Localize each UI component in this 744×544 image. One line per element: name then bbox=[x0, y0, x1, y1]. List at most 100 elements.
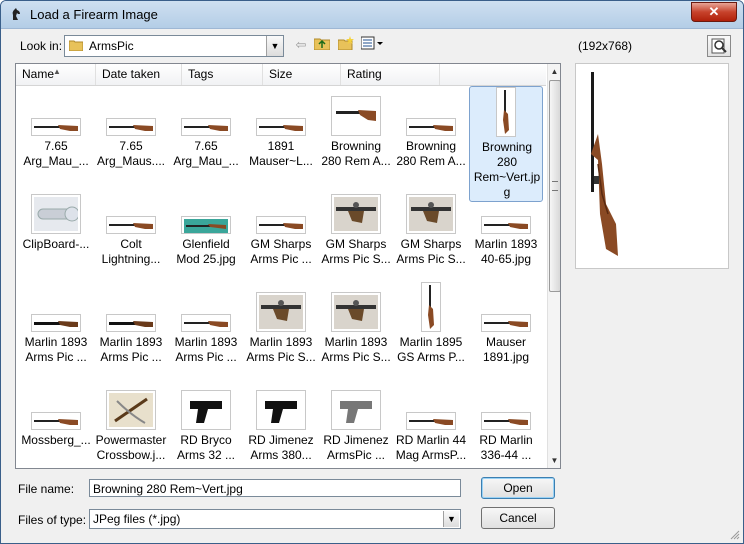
file-thumbnail bbox=[106, 390, 156, 430]
file-thumbnail bbox=[106, 314, 156, 332]
window-title: Load a Firearm Image bbox=[30, 7, 158, 22]
file-thumbnail bbox=[181, 216, 231, 234]
file-thumbnail bbox=[481, 412, 531, 430]
column-rating[interactable]: Rating bbox=[341, 64, 440, 85]
chevron-down-icon[interactable]: ▼ bbox=[443, 511, 459, 527]
file-list[interactable]: Name ▲ Date taken Tags Size Rating 7.65 … bbox=[15, 63, 561, 469]
title-bar[interactable]: Load a Firearm Image ✕ bbox=[1, 1, 743, 29]
file-name-caption: Marlin 1895 GS Arms P... bbox=[397, 335, 465, 364]
column-size-label: Size bbox=[269, 67, 293, 81]
file-item[interactable]: Browning 280 Rem A... bbox=[319, 86, 393, 178]
file-item[interactable]: RD Jimenez Arms 380... bbox=[244, 380, 318, 468]
file-item[interactable]: Browning 280 Rem A... bbox=[394, 86, 468, 178]
file-name-caption: RD Jimenez ArmsPic ... bbox=[323, 433, 389, 462]
file-thumbnail bbox=[181, 390, 231, 430]
file-thumbnail bbox=[421, 282, 441, 332]
preview-toggle-button[interactable] bbox=[707, 35, 731, 57]
file-name-caption: RD Marlin 44 Mag ArmsP... bbox=[395, 433, 467, 462]
column-name[interactable]: Name ▲ bbox=[16, 64, 96, 85]
file-name-caption: RD Bryco Arms 32 ... bbox=[176, 433, 235, 462]
file-thumbnail bbox=[181, 314, 231, 332]
new-folder-icon bbox=[337, 36, 354, 51]
up-folder-icon bbox=[313, 38, 331, 51]
scroll-up-icon[interactable]: ▲ bbox=[548, 64, 560, 79]
file-thumbnail bbox=[496, 87, 516, 137]
scrollbar-thumb[interactable] bbox=[549, 80, 560, 292]
file-item[interactable]: Mossberg_... bbox=[19, 380, 93, 468]
file-thumbnail bbox=[256, 390, 306, 430]
file-item[interactable]: Marlin 1893 40-65.jpg bbox=[469, 184, 543, 276]
file-thumbnail bbox=[331, 292, 381, 332]
file-name-caption: Glenfield Mod 25.jpg bbox=[176, 237, 236, 266]
file-item[interactable]: RD Jimenez ArmsPic ... bbox=[319, 380, 393, 468]
column-date-label: Date taken bbox=[102, 67, 161, 81]
file-item[interactable]: ClipBoard-... bbox=[19, 184, 93, 276]
file-item[interactable]: Glenfield Mod 25.jpg bbox=[169, 184, 243, 276]
back-arrow-icon[interactable]: ⇦ bbox=[291, 36, 311, 54]
file-thumbnail bbox=[256, 292, 306, 332]
file-name-caption: Marlin 1893 40-65.jpg bbox=[474, 237, 538, 266]
file-name-caption: 1891 Mauser~L... bbox=[249, 139, 313, 168]
file-item[interactable]: GM Sharps Arms Pic S... bbox=[319, 184, 393, 276]
file-thumbnail bbox=[256, 216, 306, 234]
column-date-taken[interactable]: Date taken bbox=[96, 64, 182, 85]
file-item[interactable]: RD Bryco Arms 32 ... bbox=[169, 380, 243, 468]
file-thumbnail bbox=[106, 216, 156, 234]
file-name-caption: ClipBoard-... bbox=[22, 237, 90, 251]
file-item[interactable]: Powermaster Crossbow.j... bbox=[94, 380, 168, 468]
file-thumbnail bbox=[181, 118, 231, 136]
file-name-caption: Powermaster Crossbow.j... bbox=[95, 433, 167, 462]
look-in-value: ArmsPic bbox=[89, 39, 134, 53]
file-item[interactable]: Colt Lightning... bbox=[94, 184, 168, 276]
file-item[interactable]: Marlin 1893 Arms Pic ... bbox=[94, 282, 168, 374]
vertical-scrollbar[interactable]: ▲ ▼ bbox=[547, 64, 560, 468]
scroll-down-icon[interactable]: ▼ bbox=[548, 453, 560, 468]
column-name-label: Name bbox=[22, 67, 55, 81]
file-item[interactable]: Marlin 1893 Arms Pic ... bbox=[19, 282, 93, 374]
column-rating-label: Rating bbox=[347, 67, 382, 81]
file-item[interactable]: 1891 Mauser~L... bbox=[244, 86, 318, 178]
column-tags-label: Tags bbox=[188, 67, 214, 81]
file-item[interactable]: Mauser 1891.jpg bbox=[469, 282, 543, 374]
file-thumbnail bbox=[406, 194, 456, 234]
open-button[interactable]: Open bbox=[481, 477, 555, 499]
up-folder-button[interactable] bbox=[312, 36, 332, 54]
file-item[interactable]: Marlin 1895 GS Arms P... bbox=[394, 282, 468, 374]
horse-head-icon bbox=[12, 8, 20, 20]
views-icon bbox=[360, 36, 383, 50]
resize-grip-icon[interactable] bbox=[730, 530, 740, 540]
look-in-dropdown[interactable]: ArmsPic ▼ bbox=[64, 35, 284, 57]
new-folder-button[interactable] bbox=[336, 36, 356, 54]
chevron-down-icon[interactable]: ▼ bbox=[266, 36, 283, 56]
column-tags[interactable]: Tags bbox=[182, 64, 263, 85]
file-name-caption: Marlin 1893 Arms Pic S... bbox=[321, 335, 391, 364]
file-thumbnail bbox=[406, 412, 456, 430]
file-name-caption: Browning 280 Rem A... bbox=[396, 139, 466, 168]
file-thumbnail bbox=[256, 118, 306, 136]
file-item[interactable]: RD Marlin 44 Mag ArmsP... bbox=[394, 380, 468, 468]
file-name-caption: 7.65 Arg_Mau_... bbox=[23, 139, 89, 168]
file-name-caption: GM Sharps Arms Pic S... bbox=[396, 237, 466, 266]
rifle-preview-image bbox=[588, 68, 624, 260]
file-thumbnail bbox=[31, 118, 81, 136]
sort-ascending-icon: ▲ bbox=[53, 67, 61, 76]
file-item[interactable]: Marlin 1893 Arms Pic S... bbox=[319, 282, 393, 374]
file-thumbnail bbox=[331, 96, 381, 136]
file-item[interactable]: 7.65 Arg_Maus.... bbox=[94, 86, 168, 178]
file-name-caption: 7.65 Arg_Maus.... bbox=[96, 139, 166, 168]
cancel-button[interactable]: Cancel bbox=[481, 507, 555, 529]
close-button[interactable]: ✕ bbox=[691, 2, 737, 22]
file-item[interactable]: Marlin 1893 Arms Pic S... bbox=[244, 282, 318, 374]
file-type-dropdown[interactable]: JPeg files (*.jpg) ▼ bbox=[89, 509, 461, 529]
file-thumbnail bbox=[31, 194, 81, 234]
file-item[interactable]: 7.65 Arg_Mau_... bbox=[169, 86, 243, 178]
file-item[interactable]: RD Marlin 336-44 ... bbox=[469, 380, 543, 468]
file-item[interactable]: Marlin 1893 Arms Pic ... bbox=[169, 282, 243, 374]
column-size[interactable]: Size bbox=[263, 64, 341, 85]
file-item[interactable]: GM Sharps Arms Pic ... bbox=[244, 184, 318, 276]
file-thumbnail bbox=[31, 412, 81, 430]
file-name-input[interactable]: Browning 280 Rem~Vert.jpg bbox=[89, 479, 461, 497]
file-item[interactable]: GM Sharps Arms Pic S... bbox=[394, 184, 468, 276]
views-menu-button[interactable] bbox=[360, 36, 386, 54]
file-item[interactable]: 7.65 Arg_Mau_... bbox=[19, 86, 93, 178]
